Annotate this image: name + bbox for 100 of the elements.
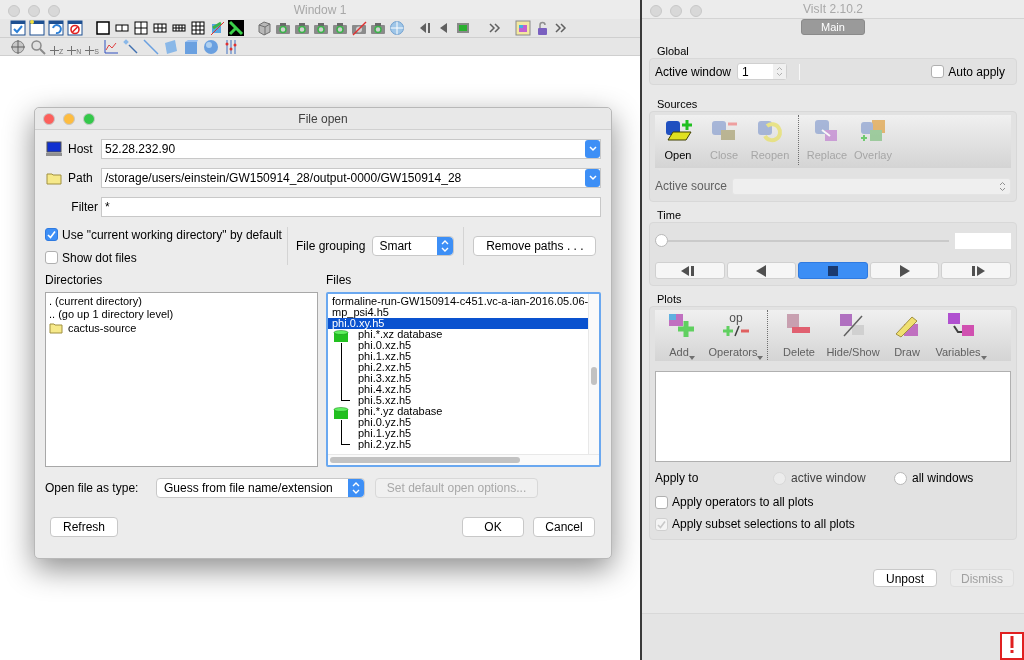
stop-icon bbox=[827, 264, 839, 277]
file-item[interactable]: phi.4.xz.h5 bbox=[354, 384, 443, 395]
filter-label: Filter bbox=[70, 199, 99, 216]
database-overlay-icon bbox=[858, 118, 888, 144]
window-title: Window 1 bbox=[293, 1, 347, 19]
file-item[interactable]: phi.0.yz.h5 bbox=[354, 417, 443, 428]
database-reload-icon bbox=[755, 118, 785, 144]
cube-crossed-icon[interactable] bbox=[209, 20, 225, 36]
computer-icon bbox=[45, 141, 63, 157]
host-field[interactable]: 52.28.232.90 bbox=[101, 139, 601, 159]
camera-crossed-icon[interactable] bbox=[351, 20, 367, 36]
file-item[interactable]: phi.3.xz.h5 bbox=[354, 373, 443, 384]
camera-icon[interactable] bbox=[294, 20, 310, 36]
window-refresh-icon[interactable] bbox=[48, 20, 64, 36]
horizontal-scrollbar[interactable] bbox=[328, 454, 599, 465]
checkbox-label: Apply subset selections to all plots bbox=[672, 516, 855, 533]
globe-icon[interactable] bbox=[389, 20, 405, 36]
path-label: Path bbox=[68, 170, 94, 187]
dialog-button[interactable]: Refresh bbox=[50, 517, 118, 537]
play-back-icon bbox=[755, 264, 768, 277]
time-value-field[interactable] bbox=[955, 233, 1011, 249]
checkbox[interactable] bbox=[655, 495, 668, 509]
file-type-select[interactable]: Guess from file name/extension bbox=[156, 478, 365, 498]
dropdown-icon bbox=[585, 140, 600, 158]
play-icon bbox=[898, 264, 911, 277]
database-icon bbox=[333, 407, 349, 420]
camera-icon[interactable] bbox=[332, 20, 348, 36]
inverted-icon[interactable] bbox=[228, 20, 244, 36]
camera-icon[interactable] bbox=[313, 20, 329, 36]
plot-tool-button[interactable]: Hide/Show bbox=[826, 310, 880, 361]
time-slider[interactable] bbox=[655, 234, 949, 248]
group-title: Sources bbox=[656, 97, 699, 111]
checkbox[interactable] bbox=[45, 228, 58, 241]
plot-tool-button[interactable]: Add bbox=[655, 310, 709, 361]
file-item[interactable]: phi.2.yz.h5 bbox=[354, 439, 443, 450]
dialog-button[interactable]: OK bbox=[462, 517, 524, 537]
active-window-spinbox[interactable]: 1 bbox=[737, 63, 788, 80]
file-item[interactable]: phi.*.yz database bbox=[354, 406, 443, 417]
active-source-label: Active source bbox=[655, 178, 729, 195]
layout-icon[interactable] bbox=[152, 20, 168, 36]
plot-tool-button[interactable]: Variables bbox=[934, 310, 988, 361]
stop-icon[interactable] bbox=[455, 20, 471, 36]
apply-to-label: Apply to bbox=[655, 470, 700, 487]
radio-label: active window bbox=[791, 470, 866, 487]
file-item[interactable]: phi.1.xz.h5 bbox=[354, 351, 443, 362]
directory-item[interactable]: cactus-source bbox=[68, 319, 137, 337]
window-stop-icon[interactable] bbox=[67, 20, 83, 36]
dropdown-icon bbox=[585, 169, 600, 187]
window-control-button[interactable] bbox=[43, 113, 55, 125]
plus-minus-icon bbox=[721, 324, 751, 338]
checkbox-label: Use "current working directory" by default bbox=[62, 226, 282, 244]
plus-icon bbox=[85, 45, 95, 55]
window-check-icon[interactable] bbox=[10, 20, 26, 36]
layout-icon[interactable] bbox=[133, 20, 149, 36]
plot-tool-button[interactable]: Delete bbox=[772, 310, 826, 361]
cube-icon[interactable] bbox=[256, 20, 272, 36]
layout-icon[interactable] bbox=[190, 20, 206, 36]
files-label: Files bbox=[326, 272, 353, 289]
playback-button[interactable] bbox=[798, 262, 868, 279]
camera-icon[interactable] bbox=[275, 20, 291, 36]
warning-icon[interactable] bbox=[1000, 632, 1024, 660]
group-title: Time bbox=[656, 208, 683, 222]
caret-icon bbox=[980, 355, 987, 360]
plot-tool-button[interactable]: Draw bbox=[880, 310, 934, 361]
group-title: Global bbox=[656, 44, 690, 58]
active-window-label: Active window bbox=[655, 63, 732, 81]
pointer-icon[interactable] bbox=[123, 38, 139, 55]
directory-item[interactable]: . (current directory) bbox=[49, 295, 317, 308]
camera-icon[interactable] bbox=[370, 20, 386, 36]
window-title: VisIt 2.10.2 bbox=[803, 1, 863, 18]
palette-icon[interactable] bbox=[515, 20, 531, 36]
remove-paths-button[interactable]: Remove paths . . . bbox=[473, 236, 597, 256]
file-item[interactable]: phi.2.xz.h5 bbox=[354, 362, 443, 373]
host-label: Host bbox=[68, 141, 94, 158]
dialog-button[interactable]: Cancel bbox=[533, 517, 595, 537]
file-item[interactable]: phi.1.yz.h5 bbox=[354, 428, 443, 439]
checkbox[interactable] bbox=[931, 65, 945, 78]
radio-button[interactable] bbox=[894, 471, 907, 485]
file-item[interactable]: formaline-run-GW150914-c451.vc-a-ian-2016.05.06- bbox=[328, 296, 588, 307]
directory-item[interactable]: .. (go up 1 directory level) bbox=[49, 308, 317, 321]
plot-tool-button[interactable]: op Operators bbox=[709, 310, 763, 361]
caret-icon bbox=[757, 355, 764, 360]
filter-field[interactable]: * bbox=[101, 197, 601, 217]
panel-button[interactable]: Unpost bbox=[873, 569, 937, 587]
file-item[interactable]: phi.0.xz.h5 bbox=[354, 340, 443, 351]
file-item[interactable]: mp_psi4.h5 bbox=[328, 307, 588, 318]
path-field[interactable]: /storage/users/einstein/GW150914_28/output-0000/GW150914_28 bbox=[101, 168, 601, 188]
file-item[interactable]: phi.5.xz.h5 bbox=[354, 395, 443, 406]
file-grouping-select[interactable]: Smart bbox=[372, 236, 455, 256]
slider-thumb[interactable] bbox=[655, 234, 668, 247]
file-item[interactable]: phi.*.xz database bbox=[354, 329, 443, 340]
checkbox[interactable] bbox=[45, 251, 58, 264]
radio-label: all windows bbox=[912, 470, 974, 487]
layout-icon[interactable] bbox=[95, 20, 111, 36]
database-icon bbox=[333, 330, 349, 343]
axis-lines-icon[interactable] bbox=[223, 38, 239, 55]
source-tool-button[interactable]: Open bbox=[655, 115, 701, 164]
file-item[interactable]: phi.0.xy.h5 bbox=[328, 318, 588, 329]
window-icon[interactable] bbox=[29, 20, 45, 36]
vertical-scrollbar[interactable] bbox=[588, 294, 599, 454]
